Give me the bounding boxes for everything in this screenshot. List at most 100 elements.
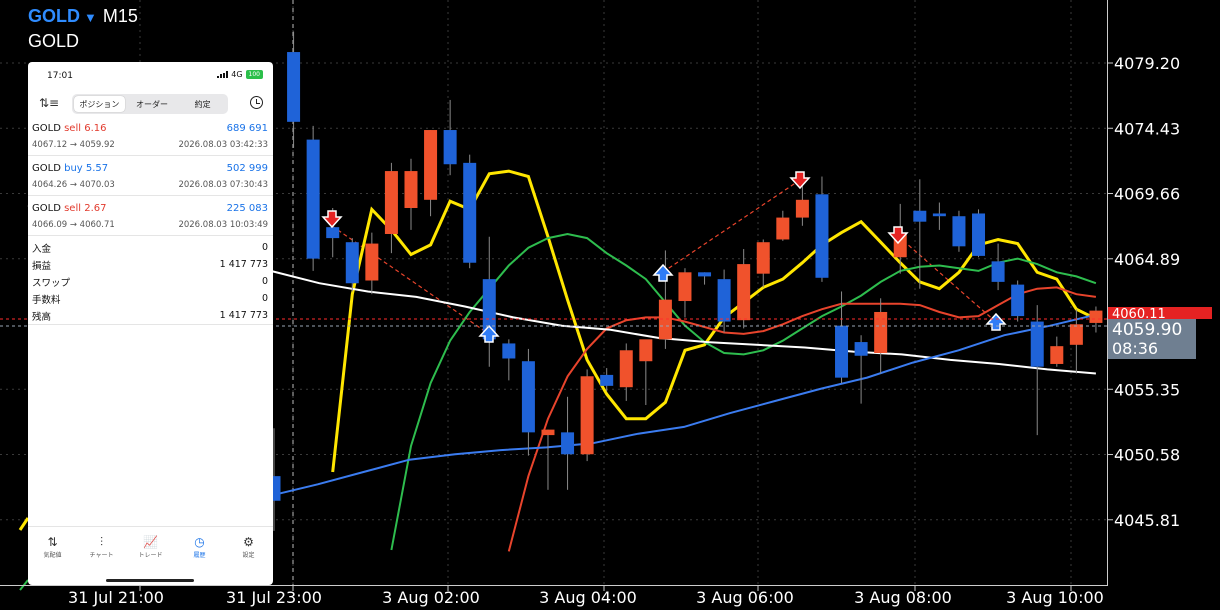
nav-settings[interactable]: ⚙ 設定 [224, 527, 273, 585]
current-price-label: 4059.90 [1112, 320, 1182, 340]
summary-row-swap: スワップ 0 [28, 273, 273, 290]
candle-body [463, 162, 477, 263]
y-tick-label: 4079.20 [1114, 54, 1180, 73]
candle-body [932, 213, 946, 217]
tab-positions[interactable]: ポジション [74, 96, 125, 112]
candle-body [404, 171, 418, 209]
nav-trade[interactable]: 📈 トレード [126, 527, 175, 585]
candle-body [795, 199, 809, 218]
x-tick-label: 3 Aug 04:00 [539, 588, 637, 607]
nav-history[interactable]: ◷ 履歴 [175, 527, 224, 585]
trade-profit: 502 999 [226, 163, 268, 174]
trade-volume: 5.57 [85, 163, 109, 174]
x-tick-label: 3 Aug 10:00 [1006, 588, 1104, 607]
candle-body [424, 130, 438, 200]
candle-body [326, 227, 340, 239]
chevron-down-icon[interactable]: ▼ [84, 10, 97, 25]
summary-label: 残高 [32, 311, 52, 323]
history-segment-control: ポジション オーダー 約定 [72, 94, 228, 114]
candle-body [776, 217, 790, 240]
candle-body [756, 242, 770, 274]
tab-deals[interactable]: 約定 [177, 94, 228, 114]
candle-body [502, 343, 516, 359]
nav-label: トレード [138, 552, 163, 559]
home-indicator [106, 579, 194, 582]
candle-body [698, 272, 712, 277]
trade-row[interactable]: GOLD buy 5.57 502 999 4064.26 → 4070.03 … [28, 156, 273, 196]
candle-body [287, 52, 301, 122]
candle-body [1030, 321, 1044, 367]
trade-side: sell [64, 123, 82, 134]
nav-label: 設定 [242, 552, 255, 559]
clock-icon[interactable] [250, 96, 263, 109]
candle-body [306, 139, 320, 259]
quotes-icon: ⇅ [47, 535, 58, 549]
summary-row-deposit: 入金 0 [28, 239, 273, 256]
trade-profit: 225 083 [226, 203, 268, 214]
x-tick-label: 3 Aug 08:00 [854, 588, 952, 607]
candle-body [443, 130, 457, 165]
summary-row-commission: 手数料 0 [28, 290, 273, 307]
bottom-nav: ⇅ 気配値 ⫶ チャート 📈 トレード ◷ 履歴 ⚙ 設定 [28, 526, 273, 585]
x-tick-label: 3 Aug 02:00 [382, 588, 480, 607]
trade-symbol: GOLD [32, 203, 61, 214]
candle-body [365, 243, 379, 281]
summary-value: 0 [261, 242, 268, 253]
trade-prices: 4064.26 → 4070.03 [32, 180, 115, 190]
candle-body [600, 374, 614, 386]
summary-label: スワップ [32, 277, 71, 289]
candle-body [541, 429, 555, 436]
summary-value: 1 417 773 [219, 310, 268, 321]
candle-body [1011, 284, 1025, 317]
y-tick-label: 4069.66 [1114, 185, 1180, 204]
gear-icon: ⚙ [243, 535, 254, 549]
trade-volume: 2.67 [84, 203, 107, 214]
phone-overlay: 17:01 4G 100 ⇅≡ ポジション オーダー 約定 GOLD sell … [28, 62, 273, 585]
status-time: 17:01 [47, 71, 73, 81]
nav-quotes[interactable]: ⇅ 気配値 [28, 527, 77, 585]
candle-body [580, 376, 594, 455]
symbol-selector[interactable]: GOLD [28, 6, 80, 26]
trade-volume: 6.16 [84, 123, 107, 134]
trade-row[interactable]: GOLD sell 6.16 689 691 4067.12 → 4059.92… [28, 116, 273, 156]
candle-body [521, 361, 535, 433]
y-tick-label: 4064.89 [1114, 250, 1180, 269]
network-label: 4G [231, 70, 243, 79]
candle-body [952, 216, 966, 247]
sort-icon[interactable]: ⇅≡ [39, 96, 59, 110]
candle-body [991, 261, 1005, 282]
summary-label: 手数料 [32, 294, 61, 306]
chart-header[interactable]: GOLD ▼ M15 [28, 6, 138, 27]
summary-row-balance: 残高 1 417 773 [28, 307, 273, 325]
history-toolbar: ⇅≡ ポジション オーダー 約定 [28, 92, 273, 116]
candle-body [678, 272, 692, 302]
nav-chart[interactable]: ⫶ チャート [77, 527, 126, 585]
candle-body [835, 325, 849, 378]
status-indicators: 4G 100 [217, 70, 263, 79]
summary-value: 0 [261, 276, 268, 287]
timeframe-label[interactable]: M15 [103, 6, 138, 26]
candle-body [1050, 346, 1064, 364]
trade-side: sell [64, 203, 82, 214]
candle-body [639, 339, 653, 362]
trade-row[interactable]: GOLD sell 2.67 225 083 4066.09 → 4060.71… [28, 196, 273, 236]
trade-symbol: GOLD [32, 123, 61, 134]
y-tick-label: 4055.35 [1114, 380, 1180, 399]
account-summary: 入金 0 損益 1 417 773 スワップ 0 手数料 0 残高 1 417 773 [28, 236, 273, 325]
candle-body [913, 210, 927, 222]
bar-countdown: 08:36 [1112, 339, 1158, 358]
status-bar: 17:01 4G 100 [28, 62, 273, 88]
summary-row-profit: 損益 1 417 773 [28, 256, 273, 273]
tab-orders[interactable]: オーダー [127, 94, 178, 114]
summary-label: 入金 [32, 243, 52, 255]
candle-body [972, 213, 986, 256]
nav-label: 気配値 [43, 552, 62, 559]
x-tick-label: 3 Aug 06:00 [696, 588, 794, 607]
candle-body [619, 350, 633, 388]
trade-date: 2026.08.03 07:30:43 [178, 180, 268, 190]
candle-body [815, 194, 829, 278]
x-tick-label: 31 Jul 21:00 [68, 588, 164, 607]
candle-body [737, 264, 751, 321]
signal-icon [217, 71, 229, 78]
summary-label: 損益 [32, 260, 52, 272]
